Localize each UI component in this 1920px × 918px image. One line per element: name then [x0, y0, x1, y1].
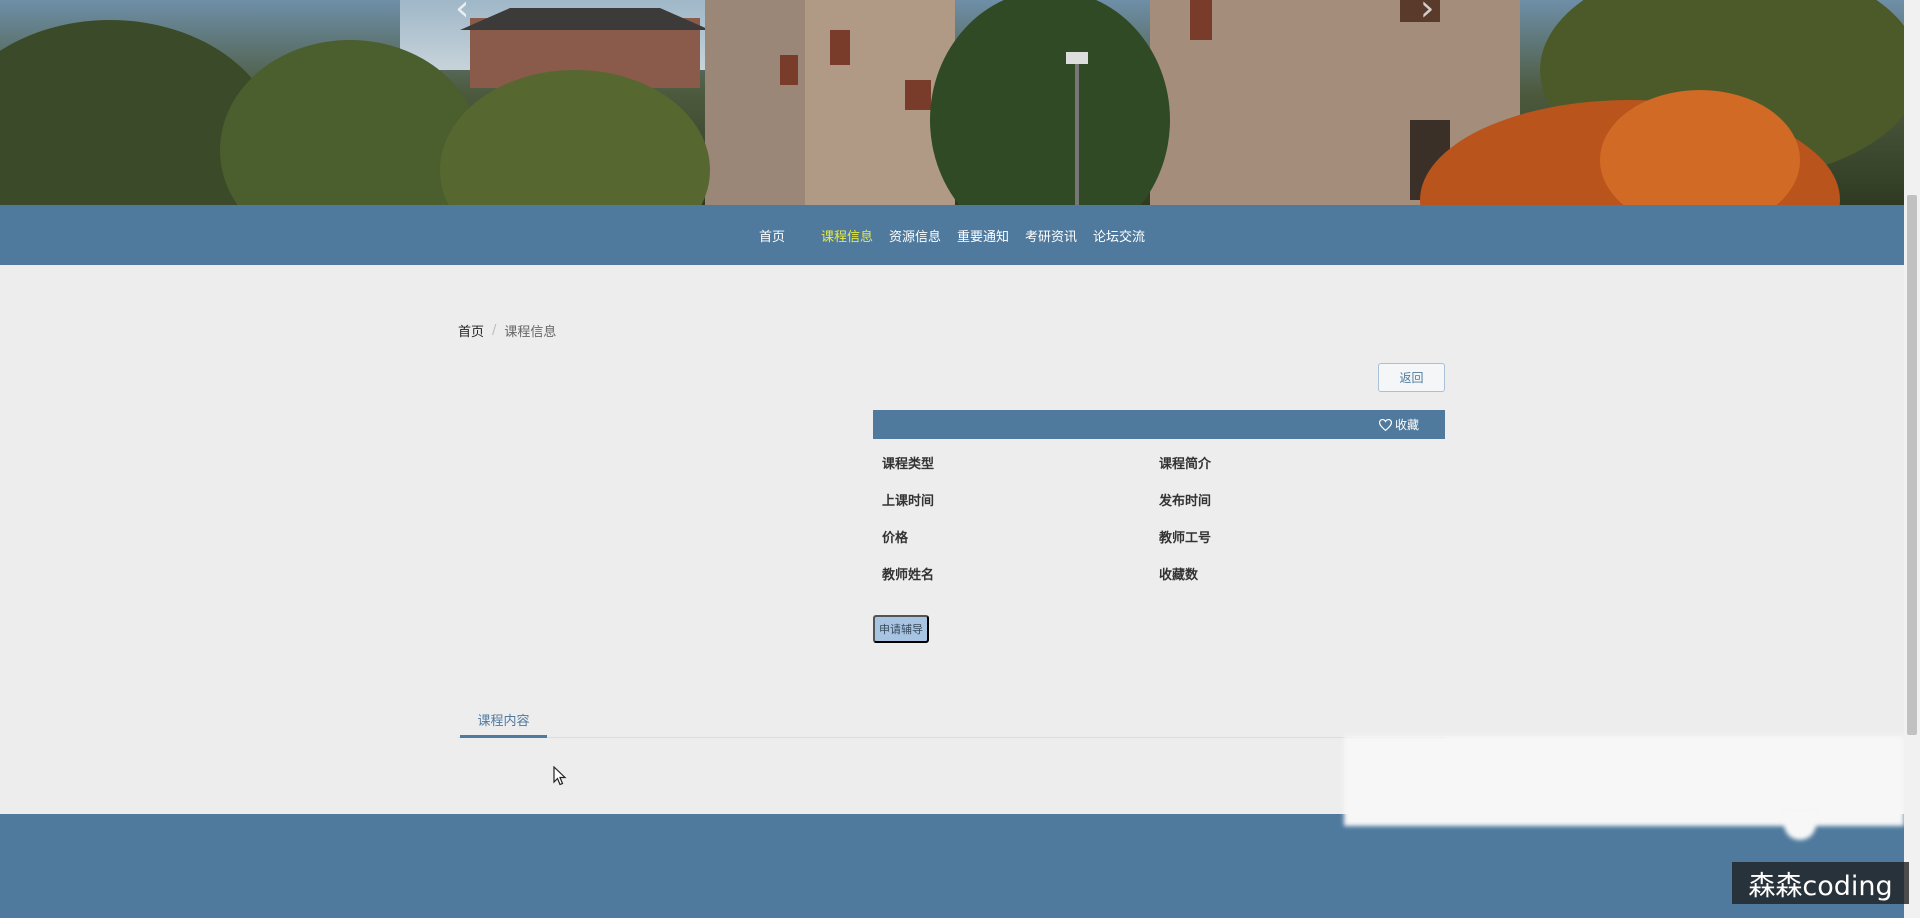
nav-item-home[interactable]: 首页	[759, 226, 785, 245]
field-price: 价格	[882, 531, 909, 546]
watermark: 森森coding	[1732, 862, 1909, 904]
field-course-type: 课程类型	[882, 457, 935, 472]
hero-cypress	[930, 0, 1170, 205]
mouse-cursor-icon	[553, 766, 567, 786]
main-nav: 首页 课程信息 资源信息 重要通知 考研资讯 论坛交流	[0, 205, 1904, 265]
hero-window	[780, 55, 798, 85]
tab-course-content[interactable]: 课程内容	[460, 710, 547, 738]
field-course-intro: 课程简介	[1159, 457, 1212, 472]
hero-lamp-head	[1066, 52, 1088, 64]
hero-banner: ‹ ›	[0, 0, 1904, 205]
course-title-bar: 收藏	[873, 410, 1445, 439]
hero-window	[830, 30, 850, 65]
field-teacher-name: 教师姓名	[882, 568, 935, 583]
field-favorite-count: 收藏数	[1159, 568, 1199, 583]
hero-building-left	[705, 0, 805, 205]
field-class-time: 上课时间	[882, 494, 935, 509]
favorite-label: 收藏	[1394, 418, 1419, 432]
favorite-button[interactable]: 收藏	[1378, 410, 1419, 439]
breadcrumb-home[interactable]: 首页	[458, 321, 484, 340]
breadcrumb-current: 课程信息	[504, 325, 557, 340]
field-publish-time: 发布时间	[1159, 494, 1212, 509]
hero-window	[905, 80, 931, 110]
scrollbar-thumb[interactable]	[1907, 195, 1917, 735]
nav-item-resource-info[interactable]: 资源信息	[889, 226, 941, 245]
tab-divider	[458, 737, 1445, 738]
hero-window	[1190, 0, 1212, 40]
footer	[0, 814, 1904, 918]
breadcrumb: 首页 / 课程信息	[458, 321, 556, 340]
hero-lamp-post	[1075, 60, 1079, 205]
hero-tree	[440, 70, 710, 205]
field-teacher-id: 教师工号	[1159, 531, 1212, 546]
heart-icon	[1378, 418, 1392, 431]
nav-item-exam-news[interactable]: 考研资讯	[1025, 226, 1077, 245]
overlay-popup	[1344, 736, 1904, 826]
nav-item-course-info[interactable]: 课程信息	[821, 226, 873, 245]
breadcrumb-separator: /	[492, 323, 497, 338]
back-button[interactable]: 返回	[1378, 363, 1445, 392]
slider-prev-icon[interactable]: ‹	[455, 0, 469, 29]
nav-item-forum[interactable]: 论坛交流	[1093, 226, 1145, 245]
slider-next-icon[interactable]: ›	[1420, 0, 1434, 29]
apply-tutoring-button[interactable]: 申请辅导	[873, 615, 929, 643]
nav-item-notices[interactable]: 重要通知	[957, 226, 1009, 245]
